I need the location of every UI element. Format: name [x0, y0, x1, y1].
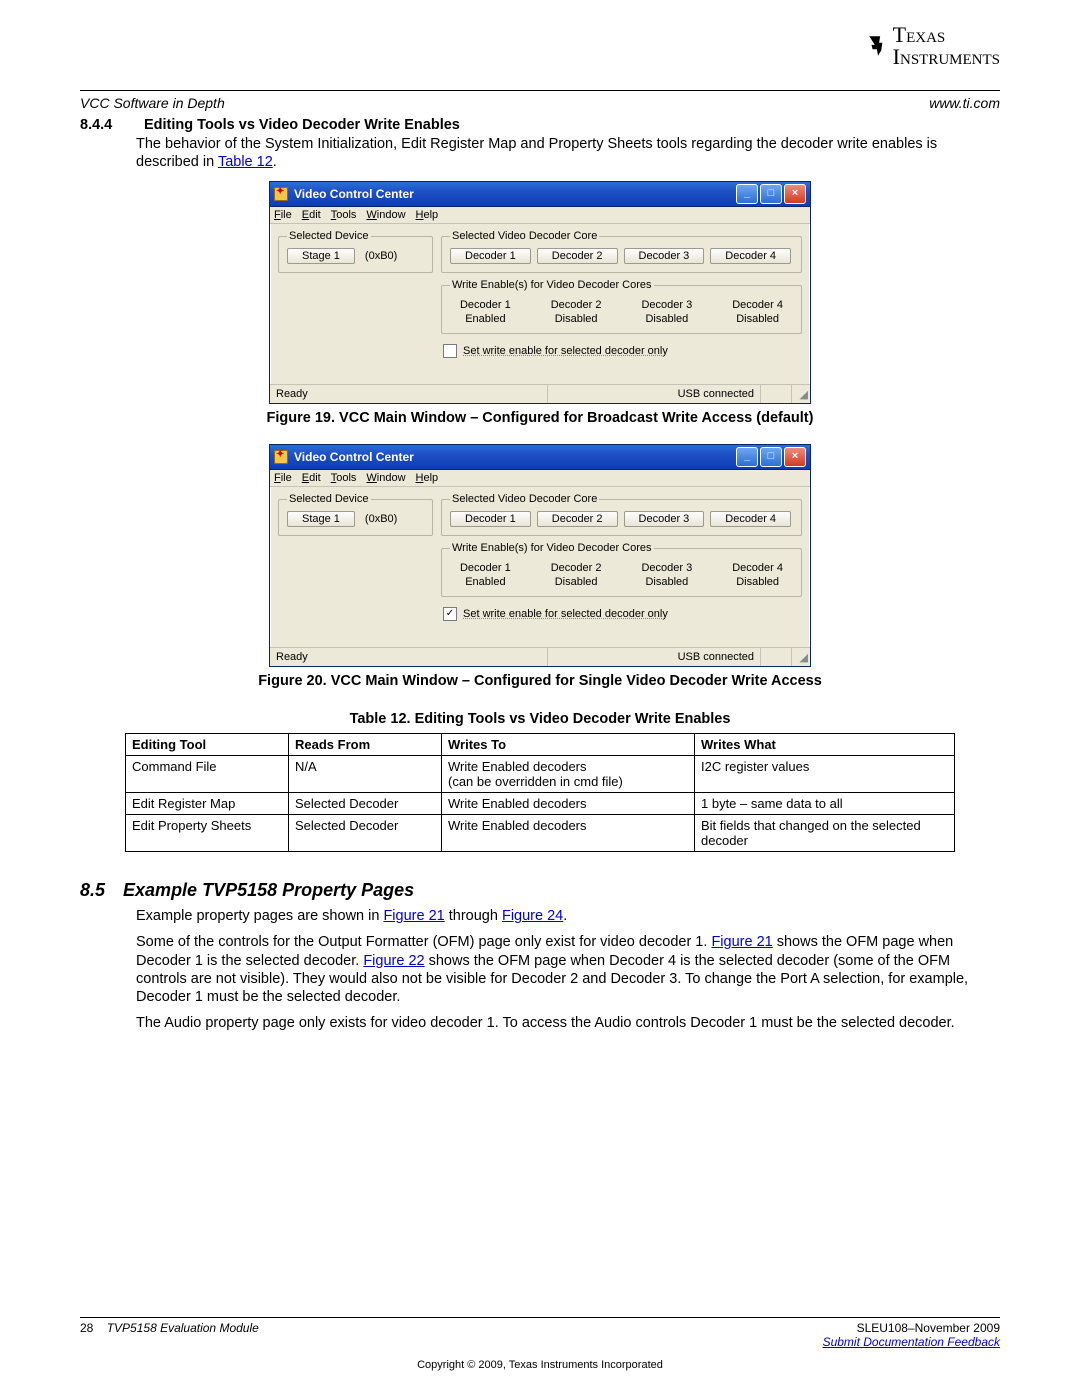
window-title: Video Control Center: [294, 450, 414, 464]
close-button[interactable]: ×: [784, 184, 806, 204]
minimize-button[interactable]: _: [736, 447, 758, 467]
section-844-paragraph: The behavior of the System Initializatio…: [136, 135, 1000, 171]
single-decoder-checkbox[interactable]: [443, 344, 457, 358]
write-enable-group: Write Enable(s) for Video Decoder Cores …: [441, 279, 802, 334]
status-ready: Ready: [270, 385, 548, 403]
maximize-button[interactable]: □: [760, 447, 782, 467]
figure-20-caption: Figure 20. VCC Main Window – Configured …: [80, 673, 1000, 689]
menubar: File Edit Tools Window Help: [270, 207, 810, 224]
vcc-window-fig20: Video Control Center _ □ × File Edit Too…: [269, 444, 811, 667]
write-enable-group: Write Enable(s) for Video Decoder Cores …: [441, 542, 802, 597]
menu-help[interactable]: Help: [416, 209, 439, 221]
decoder-4-button[interactable]: Decoder 4: [710, 511, 791, 527]
copyright: Copyright © 2009, Texas Instruments Inco…: [80, 1359, 1000, 1371]
section-title-85: Example TVP5158 Property Pages: [123, 880, 414, 901]
decoder-3-button[interactable]: Decoder 3: [624, 248, 705, 264]
table-row: Command File N/A Write Enabled decoders …: [126, 756, 955, 793]
s85-p3: The Audio property page only exists for …: [136, 1014, 1000, 1032]
selected-device-group: Selected Device Stage 1 (0xB0): [278, 230, 433, 273]
menu-edit[interactable]: Edit: [302, 209, 321, 221]
we-dec1-state: Enabled: [450, 576, 521, 588]
status-ready: Ready: [270, 648, 548, 666]
minimize-button[interactable]: _: [736, 184, 758, 204]
figure-19-caption: Figure 19. VCC Main Window – Configured …: [80, 410, 1000, 426]
maximize-button[interactable]: □: [760, 184, 782, 204]
selected-core-group: Selected Video Decoder Core Decoder 1 De…: [441, 493, 802, 536]
menu-file[interactable]: File: [274, 209, 292, 221]
window-title: Video Control Center: [294, 187, 414, 201]
section-title-844: Editing Tools vs Video Decoder Write Ena…: [144, 117, 460, 133]
section-number-85: 8.5: [80, 880, 105, 901]
window-titlebar: Video Control Center _ □ ×: [270, 445, 810, 470]
link-table-12[interactable]: Table 12: [218, 154, 273, 170]
menu-window[interactable]: Window: [366, 472, 405, 484]
decoder-2-button[interactable]: Decoder 2: [537, 511, 618, 527]
menu-tools[interactable]: Tools: [331, 209, 357, 221]
submit-feedback-link[interactable]: Submit Documentation Feedback: [823, 1335, 1000, 1349]
decoder-2-button[interactable]: Decoder 2: [537, 248, 618, 264]
link-figure-24[interactable]: Figure 24: [502, 908, 563, 924]
section-number-844: 8.4.4: [80, 117, 120, 133]
page-footer: 28 TVP5158 Evaluation Module SLEU108–Nov…: [80, 1317, 1000, 1371]
menu-window[interactable]: Window: [366, 209, 405, 221]
menu-tools[interactable]: Tools: [331, 472, 357, 484]
statusbar: Ready USB connected ◢: [270, 647, 810, 666]
menu-help[interactable]: Help: [416, 472, 439, 484]
doc-title: TVP5158 Evaluation Module: [107, 1321, 259, 1335]
app-icon: [274, 187, 288, 201]
link-figure-22[interactable]: Figure 22: [363, 953, 424, 969]
table-12-caption: Table 12. Editing Tools vs Video Decoder…: [80, 711, 1000, 727]
link-figure-21[interactable]: Figure 21: [383, 908, 444, 924]
page-header: VCC Software in Depth www.ti.com: [80, 95, 1000, 111]
decoder-1-button[interactable]: Decoder 1: [450, 511, 531, 527]
stage-button[interactable]: Stage 1: [287, 248, 355, 264]
status-usb: USB connected: [548, 648, 761, 666]
selected-device-group: Selected Device Stage 1 (0xB0): [278, 493, 433, 536]
we-dec2-state: Disabled: [541, 313, 612, 325]
table-row: Edit Register Map Selected Decoder Write…: [126, 793, 955, 815]
single-decoder-checkbox-label: Set write enable for selected decoder on…: [463, 345, 668, 357]
decoder-1-button[interactable]: Decoder 1: [450, 248, 531, 264]
status-usb: USB connected: [548, 385, 761, 403]
selected-core-group: Selected Video Decoder Core Decoder 1 De…: [441, 230, 802, 273]
decoder-4-button[interactable]: Decoder 4: [710, 248, 791, 264]
table-row: Edit Property Sheets Selected Decoder Wr…: [126, 815, 955, 852]
table-12: Editing Tool Reads From Writes To Writes…: [125, 733, 955, 852]
ti-logo: TexasInstruments: [865, 24, 1000, 68]
vcc-window-fig19: Video Control Center _ □ × File Edit Too…: [269, 181, 811, 404]
window-titlebar: Video Control Center _ □ ×: [270, 182, 810, 207]
menu-file[interactable]: File: [274, 472, 292, 484]
close-button[interactable]: ×: [784, 447, 806, 467]
single-decoder-checkbox-label: Set write enable for selected decoder on…: [463, 608, 668, 620]
s85-p1: Example property pages are shown in Figu…: [136, 907, 1000, 925]
link-figure-21b[interactable]: Figure 21: [711, 934, 772, 950]
header-right: www.ti.com: [929, 95, 1000, 111]
stage-button[interactable]: Stage 1: [287, 511, 355, 527]
s85-p2: Some of the controls for the Output Form…: [136, 933, 1000, 1006]
decoder-3-button[interactable]: Decoder 3: [624, 511, 705, 527]
header-left: VCC Software in Depth: [80, 95, 225, 111]
we-dec3-state: Disabled: [632, 576, 703, 588]
page-number: 28: [80, 1321, 93, 1335]
app-icon: [274, 450, 288, 464]
we-dec1-state: Enabled: [450, 313, 521, 325]
we-dec4-state: Disabled: [722, 313, 793, 325]
single-decoder-checkbox[interactable]: ✓: [443, 607, 457, 621]
we-dec4-state: Disabled: [722, 576, 793, 588]
we-dec2-state: Disabled: [541, 576, 612, 588]
statusbar: Ready USB connected ◢: [270, 384, 810, 403]
menu-edit[interactable]: Edit: [302, 472, 321, 484]
doc-revision: SLEU108–November 2009: [857, 1321, 1000, 1335]
device-hex: (0xB0): [365, 250, 397, 262]
we-dec3-state: Disabled: [632, 313, 703, 325]
device-hex: (0xB0): [365, 513, 397, 525]
menubar: File Edit Tools Window Help: [270, 470, 810, 487]
